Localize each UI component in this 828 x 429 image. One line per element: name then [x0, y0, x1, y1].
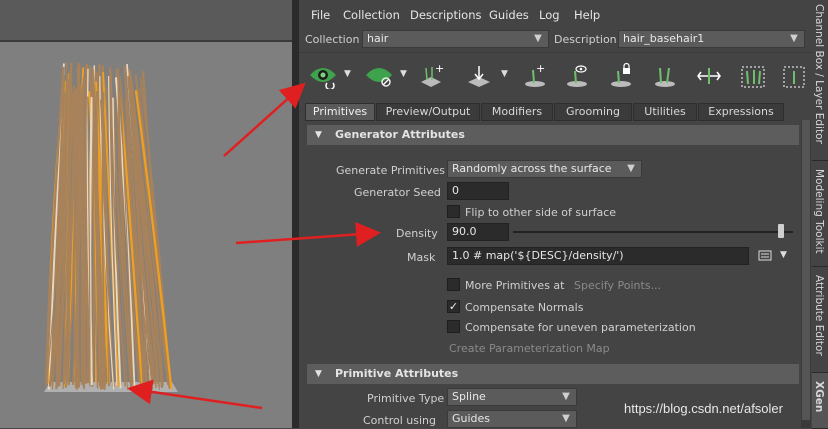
primitive-attributes-header[interactable]: ▼ Primitive Attributes — [307, 364, 799, 384]
generate-primitives-dropdown[interactable]: Randomly across the surface ▼ — [447, 160, 642, 178]
preview-clear-icon[interactable] — [361, 59, 397, 93]
eye-refresh-icon[interactable] — [305, 59, 341, 93]
mask-field[interactable]: 1.0 # map('${DESC}/density/') — [447, 247, 749, 265]
chevron-down-icon: ▼ — [558, 389, 574, 405]
generate-primitives-value: Randomly across the surface — [452, 162, 612, 175]
scrollbar-thumb[interactable] — [802, 120, 810, 420]
compensate-param-checkbox[interactable] — [447, 320, 460, 333]
collection-dropdown[interactable]: hair ▼ — [362, 30, 549, 48]
chevron-down-icon: ▼ — [786, 31, 802, 47]
more-primitives-checkbox[interactable] — [447, 278, 460, 291]
hair-render — [0, 0, 292, 428]
compensate-normals-checkbox[interactable]: ✓ — [447, 300, 460, 313]
menu-descriptions[interactable]: Descriptions — [410, 8, 482, 22]
lock-guide-icon[interactable] — [605, 59, 637, 93]
view-guide-icon[interactable] — [561, 59, 593, 93]
expression-editor-icon[interactable] — [758, 249, 774, 263]
description-label: Description — [554, 33, 617, 46]
menubar: File Collection Descriptions Guides Log … — [299, 0, 812, 28]
more-tools-icon[interactable] — [779, 59, 809, 93]
generator-seed-label: Generator Seed — [354, 186, 441, 199]
tab-expressions[interactable]: Expressions — [698, 103, 784, 121]
panel-scrollbar[interactable] — [801, 120, 811, 428]
specify-points-button[interactable]: Specify Points... — [574, 279, 661, 292]
add-guide-icon[interactable]: + — [519, 59, 551, 93]
tab-grooming[interactable]: Grooming — [554, 103, 632, 121]
control-using-dropdown[interactable]: Guides ▼ — [447, 410, 577, 428]
guide-direction-icon[interactable] — [649, 59, 681, 93]
primitive-type-dropdown[interactable]: Spline ▼ — [447, 388, 577, 406]
side-tabs: Channel Box / Layer Editor Modeling Tool… — [812, 0, 828, 428]
tab-xgen[interactable]: XGen — [812, 373, 828, 429]
compensate-param-label: Compensate for uneven parameterization — [465, 321, 696, 334]
collapse-triangle-icon: ▼ — [315, 125, 322, 145]
tab-utilities[interactable]: Utilities — [633, 103, 697, 121]
menu-log[interactable]: Log — [539, 8, 560, 22]
generator-seed-field[interactable]: 0 — [447, 182, 509, 200]
viewport-3d[interactable] — [0, 0, 292, 428]
flip-guide-icon[interactable] — [693, 59, 725, 93]
add-primitives-icon[interactable]: + — [415, 59, 447, 93]
chevron-down-icon[interactable]: ▼ — [400, 69, 407, 79]
compensate-normals-label: Compensate Normals — [465, 301, 583, 314]
chevron-down-icon[interactable]: ▼ — [501, 69, 508, 79]
collection-value: hair — [367, 32, 388, 45]
tab-preview-output[interactable]: Preview/Output — [376, 103, 480, 121]
tab-modeling-toolkit[interactable]: Modeling Toolkit — [812, 161, 828, 267]
primitive-type-label: Primitive Type — [367, 392, 444, 405]
more-primitives-label: More Primitives at — [465, 279, 564, 292]
density-slider[interactable] — [513, 231, 793, 233]
svg-text:+: + — [536, 62, 545, 75]
description-dropdown[interactable]: hair_basehair1 ▼ — [618, 30, 805, 48]
chevron-down-icon: ▼ — [558, 411, 574, 427]
chevron-down-icon: ▼ — [623, 161, 639, 177]
generator-attributes-header[interactable]: ▼ Generator Attributes — [307, 125, 799, 145]
control-using-label: Control using — [363, 414, 436, 427]
toolbar: ▼ ▼ + ▼ + — [299, 52, 812, 99]
menu-guides[interactable]: Guides — [489, 8, 529, 22]
chevron-down-icon: ▼ — [530, 31, 546, 47]
tab-modifiers[interactable]: Modifiers — [481, 103, 553, 121]
chevron-down-icon[interactable]: ▼ — [344, 69, 351, 79]
collection-label: Collection — [305, 33, 359, 46]
density-field[interactable]: 90.0 — [447, 223, 509, 241]
description-value: hair_basehair1 — [623, 32, 704, 45]
menu-help[interactable]: Help — [574, 8, 600, 22]
flip-checkbox[interactable] — [447, 205, 460, 218]
control-using-value: Guides — [452, 412, 490, 425]
xgen-panel: File Collection Descriptions Guides Log … — [299, 0, 812, 428]
mask-label: Mask — [407, 251, 435, 264]
collapse-triangle-icon: ▼ — [315, 364, 322, 384]
watermark: https://blog.csdn.net/afsoler — [624, 401, 783, 416]
menu-collection[interactable]: Collection — [343, 8, 400, 22]
select-guides-icon[interactable] — [737, 59, 769, 93]
panel-splitter[interactable] — [292, 0, 299, 428]
flip-label: Flip to other side of surface — [465, 206, 616, 219]
svg-text:+: + — [435, 62, 444, 75]
density-slider-handle[interactable] — [778, 224, 784, 238]
create-param-map-button[interactable]: Create Parameterization Map — [449, 342, 610, 355]
generate-primitives-label: Generate Primitives — [336, 164, 445, 177]
density-label: Density — [396, 227, 438, 240]
chevron-down-icon[interactable]: ▼ — [780, 250, 787, 260]
collection-row: Collection hair ▼ Description hair_baseh… — [299, 29, 812, 49]
tab-channel-box[interactable]: Channel Box / Layer Editor — [812, 0, 828, 161]
primitive-type-value: Spline — [452, 390, 486, 403]
tab-attribute-editor[interactable]: Attribute Editor — [812, 267, 828, 373]
tab-bar: Primitives Preview/Output Modifiers Groo… — [303, 103, 808, 121]
menu-file[interactable]: File — [311, 8, 330, 22]
move-primitives-icon[interactable] — [461, 59, 497, 93]
tab-primitives[interactable]: Primitives — [305, 103, 375, 121]
